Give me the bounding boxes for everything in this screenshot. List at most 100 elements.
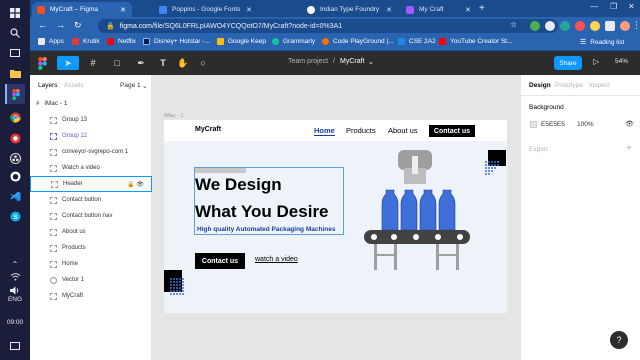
chevron-down-icon[interactable]: ⌄: [368, 58, 374, 66]
background-hex-input[interactable]: E5E5E5: [541, 121, 565, 128]
help-button[interactable]: ?: [610, 331, 628, 349]
tab-indian-type-foundry[interactable]: Indian Type Foundry ✕: [302, 2, 398, 17]
dot-pattern-decoration[interactable]: [484, 150, 506, 178]
extension-icon[interactable]: [545, 21, 555, 31]
clock[interactable]: 09:00: [0, 319, 30, 326]
move-tool-icon[interactable]: ➤: [57, 56, 79, 70]
eye-icon[interactable]: 👁: [136, 182, 144, 188]
vpn-icon[interactable]: [5, 128, 25, 148]
layer-about-us[interactable]: About us: [30, 224, 152, 240]
layer-watch-a-video[interactable]: Watch a video: [30, 160, 152, 176]
present-play-icon[interactable]: ▷: [593, 57, 599, 66]
team-breadcrumb[interactable]: Team project: [288, 58, 328, 65]
layer-contact-button-nav[interactable]: Contact button nav: [30, 208, 152, 224]
bookmark-code-playground[interactable]: Code PlayGround |...: [322, 38, 394, 45]
site-logo[interactable]: MyCraft: [195, 126, 221, 133]
comment-tool-icon[interactable]: ○: [195, 56, 211, 70]
background-color-swatch[interactable]: [530, 121, 537, 128]
layer-products[interactable]: Products: [30, 240, 152, 256]
bookmark-hotstar[interactable]: Disney+ Hotstar -...: [143, 38, 210, 45]
dot-pattern-decoration[interactable]: [164, 270, 188, 298]
layer-frame-imac[interactable]: # iMac - 1: [36, 100, 67, 107]
close-tab-icon[interactable]: ✕: [120, 6, 126, 14]
frame-tool-icon[interactable]: #: [85, 56, 101, 70]
layer-header[interactable]: Header 🔒 👁: [30, 176, 152, 192]
tab-inspect[interactable]: Inspect: [589, 82, 610, 89]
contact-us-button[interactable]: Contact us: [195, 253, 245, 269]
obs-icon[interactable]: [5, 148, 25, 168]
bookmark-google-keep[interactable]: Google Keep: [217, 38, 266, 45]
chrome-icon[interactable]: [5, 107, 25, 127]
profile-avatar[interactable]: [620, 21, 630, 31]
layer-home[interactable]: Home: [30, 256, 152, 272]
layer-mycraft[interactable]: MyCraft: [30, 288, 152, 304]
page-selector[interactable]: Page 1: [120, 82, 141, 89]
site-navbar[interactable]: MyCraft Home Products About us Contact u…: [164, 120, 507, 141]
search-icon[interactable]: [5, 23, 25, 43]
extension-grammarly-icon[interactable]: [530, 21, 540, 31]
hero-heading-line-2[interactable]: What You Desire: [195, 202, 329, 222]
shape-tool-icon[interactable]: □: [109, 56, 125, 70]
layer-conveyor-svg[interactable]: conveyor-svgrepo-com 1: [30, 144, 152, 160]
restore-icon[interactable]: ❐: [610, 2, 617, 11]
eye-icon[interactable]: 👁: [625, 120, 634, 128]
close-tab-icon[interactable]: ✕: [465, 6, 471, 14]
background-opacity-input[interactable]: 100%: [577, 121, 594, 128]
share-button[interactable]: Share: [554, 56, 582, 70]
language-indicator[interactable]: ENG: [0, 296, 30, 303]
bookmark-apps[interactable]: Apps: [38, 38, 64, 45]
tab-assets[interactable]: Assets: [64, 82, 84, 89]
nav-about-us[interactable]: About us: [388, 126, 418, 135]
nav-home[interactable]: Home: [314, 126, 335, 136]
windows-start-icon[interactable]: [5, 3, 25, 23]
extension-icon[interactable]: [590, 21, 600, 31]
tab-layers[interactable]: Layers: [38, 82, 58, 89]
chevron-down-icon[interactable]: ⌄: [142, 82, 147, 90]
design-canvas[interactable]: iMac - 1 MyCraft Home Products About us …: [152, 75, 520, 360]
minimize-icon[interactable]: —: [590, 2, 598, 11]
conveyor-illustration[interactable]: [364, 150, 474, 270]
extension-icon[interactable]: [575, 21, 585, 31]
hero-subheading[interactable]: High quality Automated Packaging Machine…: [197, 226, 335, 233]
contact-nav-button[interactable]: Contact us: [429, 125, 475, 137]
figma-menu-icon[interactable]: [34, 56, 50, 70]
reading-list[interactable]: ☰ Reading list: [580, 38, 624, 47]
file-name[interactable]: MyCraft: [340, 58, 365, 65]
hero-heading-line-1[interactable]: We Design: [195, 175, 282, 195]
back-icon[interactable]: ←: [38, 20, 47, 30]
bookmark-cse-2a2[interactable]: CSE 2A2: [398, 38, 436, 45]
github-icon[interactable]: [5, 166, 25, 186]
text-tool-icon[interactable]: T: [155, 56, 171, 70]
figma-app-icon[interactable]: [5, 84, 25, 104]
bookmark-grammarly[interactable]: Grammarly: [272, 38, 315, 45]
reload-icon[interactable]: ↻: [74, 20, 82, 31]
nav-products[interactable]: Products: [346, 126, 376, 135]
forward-icon[interactable]: →: [56, 20, 65, 30]
extensions-puzzle-icon[interactable]: [605, 21, 615, 31]
new-tab-icon[interactable]: +: [479, 3, 485, 14]
close-tab-icon[interactable]: ✕: [386, 6, 392, 14]
tab-design[interactable]: Design: [529, 82, 551, 89]
layer-vector-1[interactable]: Vector 1: [30, 272, 152, 288]
close-window-icon[interactable]: ✕: [628, 2, 635, 11]
close-tab-icon[interactable]: ✕: [246, 6, 252, 14]
tab-mycraft-figma[interactable]: MyCraft – Figma ✕: [32, 2, 132, 17]
extension-icon[interactable]: [560, 21, 570, 31]
tab-prototype[interactable]: Prototype: [555, 82, 583, 89]
bookmark-star-icon[interactable]: ☆: [510, 20, 517, 29]
add-export-icon[interactable]: +: [626, 143, 632, 154]
frame-label[interactable]: iMac - 1: [164, 113, 184, 119]
hand-tool-icon[interactable]: ✋: [175, 56, 191, 70]
bookmark-krutik[interactable]: Krutik: [72, 38, 100, 45]
watch-video-link[interactable]: watch a video: [255, 256, 298, 263]
lock-icon[interactable]: 🔒: [127, 182, 134, 188]
layer-group-13[interactable]: Group 13: [30, 112, 152, 128]
imac-frame[interactable]: MyCraft Home Products About us Contact u…: [164, 120, 507, 313]
file-explorer-icon[interactable]: [5, 63, 25, 83]
zoom-level[interactable]: 54%: [615, 58, 628, 65]
vscode-icon[interactable]: [5, 186, 25, 206]
tab-poppins-google-fonts[interactable]: Poppins - Google Fonts ✕: [154, 2, 258, 17]
bookmark-netflix[interactable]: Netflix: [107, 38, 136, 45]
pen-tool-icon[interactable]: ✒: [133, 56, 149, 70]
layer-contact-button[interactable]: Contact button: [30, 192, 152, 208]
